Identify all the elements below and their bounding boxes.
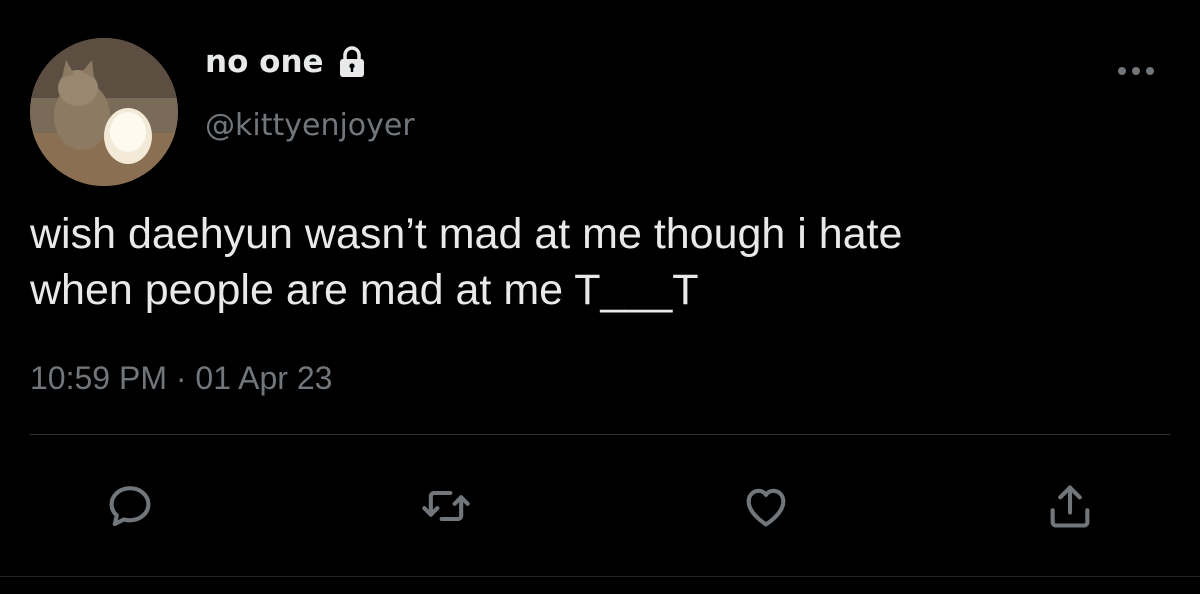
- kitten-with-lamp-avatar: [30, 38, 178, 186]
- tweet-text: wish daehyun wasn’t mad at me though i h…: [30, 210, 903, 314]
- author-name-row: no one: [205, 44, 370, 80]
- author-handle[interactable]: @kittyenjoyer: [205, 108, 415, 143]
- retweet-icon: [422, 490, 470, 522]
- display-name[interactable]: no one: [205, 44, 324, 80]
- avatar[interactable]: [30, 38, 178, 186]
- share-button[interactable]: [1042, 478, 1098, 534]
- reply-button[interactable]: [102, 478, 158, 534]
- lock-icon: [334, 44, 370, 80]
- tweet-timestamp[interactable]: 10:59 PM · 01 Apr 23: [30, 360, 332, 397]
- more-dots-icon[interactable]: [1116, 60, 1156, 82]
- divider: [30, 434, 1170, 435]
- like-button[interactable]: [738, 478, 794, 534]
- bottom-divider: [0, 576, 1200, 577]
- reply-icon: [109, 486, 151, 527]
- retweet-button[interactable]: [418, 478, 474, 534]
- tweet-card: no one @kittyenjoyer wish daehyun wasn’t…: [0, 0, 1200, 594]
- share-icon: [1050, 485, 1090, 528]
- heart-icon: [746, 488, 786, 527]
